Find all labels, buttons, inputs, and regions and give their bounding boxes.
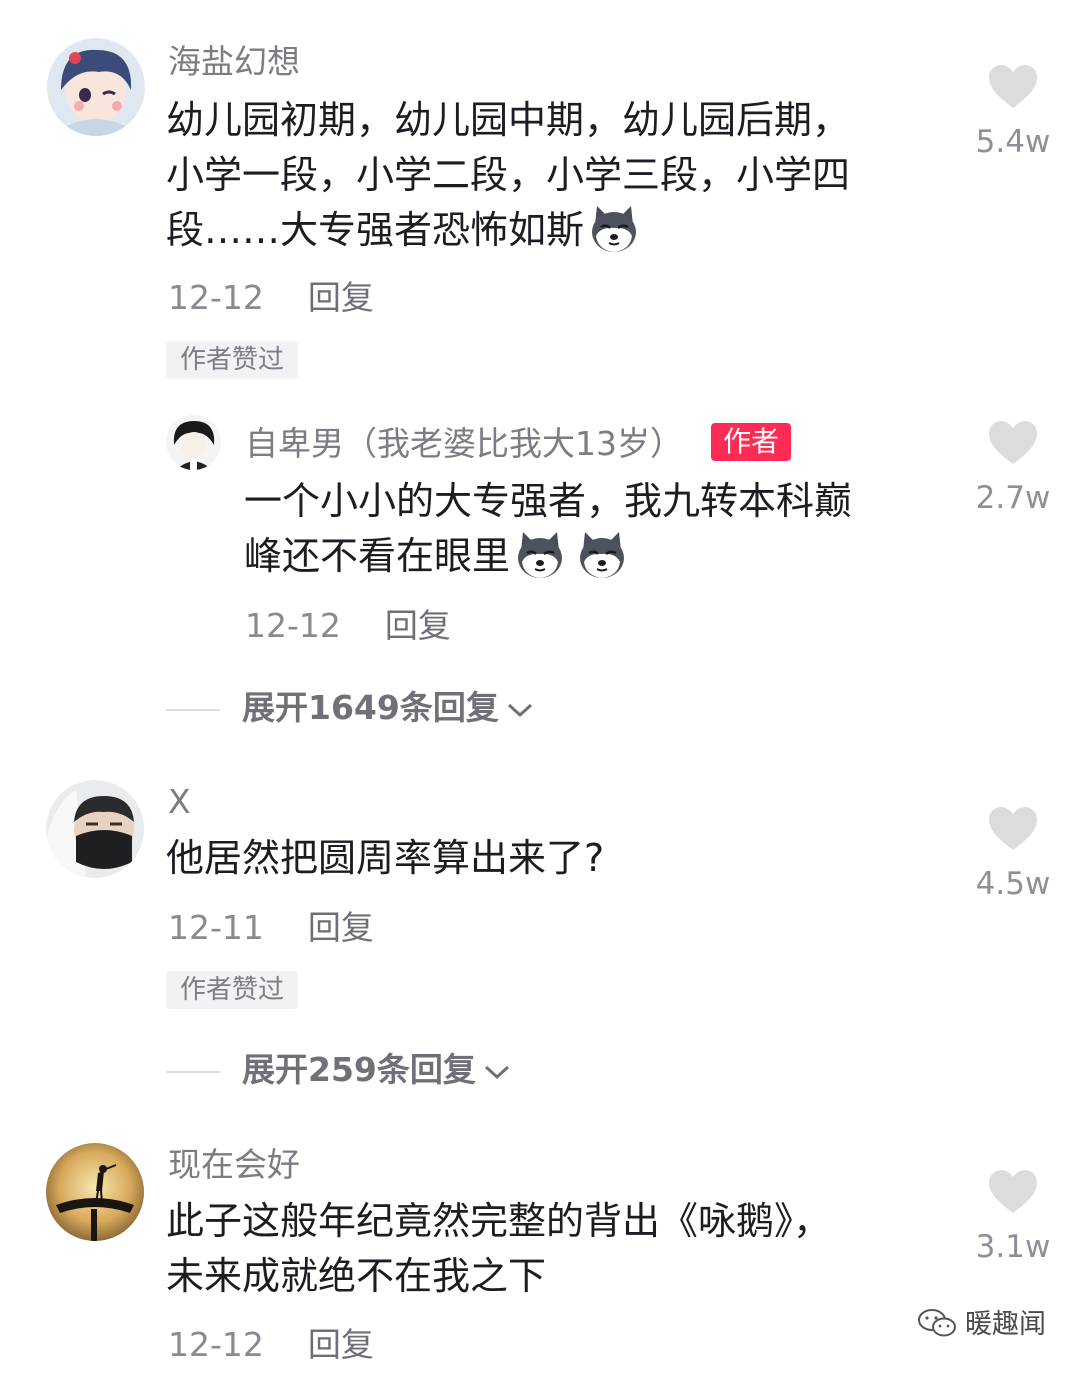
dog-emoji-icon [588, 203, 640, 255]
comment-line: 此子这般年纪竟然完整的背出《咏鹅》， [166, 1199, 832, 1243]
avatar[interactable] [46, 780, 144, 878]
heart-icon[interactable] [987, 64, 1039, 110]
avatar[interactable] [47, 38, 145, 136]
author-liked-badge: 作者赞过 [166, 971, 299, 1009]
username[interactable]: 现在会好 [168, 1145, 300, 1185]
comment-line: 小学一段，小学二段，小学三段，小学四 [166, 153, 851, 197]
comment-date: 12-12 [168, 1325, 264, 1364]
username[interactable]: 自卑男（我老婆比我大13岁） 作者 [245, 423, 792, 464]
expand-replies-button[interactable]: 展开1649条回复 [166, 688, 535, 728]
reply-button[interactable]: 回复 [308, 1325, 374, 1364]
comment-text: 一个小小的大专强者，我九转本科巅 峰还不看在眼里 [244, 474, 944, 584]
comment-meta: 12-12 回复 [245, 606, 451, 646]
comment-meta: 12-11 回复 [168, 908, 374, 948]
avatar[interactable] [166, 415, 221, 470]
comment-line: 一个小小的大专强者，我九转本科巅 [244, 479, 853, 523]
watermark: 暖趣闻 [917, 1302, 1046, 1341]
username[interactable]: 海盐幻想 [168, 42, 300, 82]
username[interactable]: X [168, 782, 191, 822]
chevron-down-icon [507, 703, 532, 717]
like-button[interactable]: 4.5w [953, 806, 1073, 902]
reply-button[interactable]: 回复 [308, 278, 374, 317]
comment-date: 12-11 [168, 908, 264, 947]
comment-meta: 12-12 回复 [168, 278, 374, 318]
author-liked-badge: 作者赞过 [166, 341, 299, 379]
comment-line: 幼儿园初期，幼儿园中期，幼儿园后期， [166, 98, 851, 142]
comment-text: 幼儿园初期，幼儿园中期，幼儿园后期， 小学一段，小学二段，小学三段，小学四 段…… [166, 93, 946, 258]
avatar[interactable] [46, 1143, 144, 1241]
like-button[interactable]: 5.4w [953, 64, 1073, 160]
like-count: 2.7w [975, 480, 1051, 516]
reply-button[interactable]: 回复 [385, 606, 451, 645]
comment-meta: 12-12 回复 [168, 1325, 374, 1365]
reply-button[interactable]: 回复 [308, 908, 374, 947]
like-count: 3.1w [975, 1229, 1051, 1265]
dog-emoji-icon [514, 529, 566, 581]
like-button[interactable]: 3.1w [953, 1169, 1073, 1265]
heart-icon[interactable] [987, 1169, 1039, 1215]
comment-date: 12-12 [245, 606, 341, 645]
author-tag: 作者 [711, 423, 792, 461]
comment-line: 未来成就绝不在我之下 [166, 1254, 547, 1298]
heart-icon[interactable] [987, 806, 1039, 852]
heart-icon[interactable] [987, 420, 1039, 466]
like-button[interactable]: 2.7w [953, 420, 1073, 516]
divider-line [166, 708, 220, 711]
expand-replies-button[interactable]: 展开259条回复 [166, 1050, 512, 1090]
wechat-icon [918, 1309, 956, 1337]
comment-line: 段……大专强者恐怖如斯 [166, 203, 946, 258]
comment-line: 峰还不看在眼里 [244, 529, 944, 584]
divider-line [166, 1070, 220, 1073]
comment-text: 他居然把圆周率算出来了? [166, 831, 946, 886]
like-count: 5.4w [975, 124, 1051, 160]
chevron-down-icon [484, 1065, 509, 1079]
comment-text: 此子这般年纪竟然完整的背出《咏鹅》， 未来成就绝不在我之下 [166, 1194, 946, 1304]
comment-date: 12-12 [168, 278, 264, 317]
dog-emoji-icon [576, 529, 628, 581]
like-count: 4.5w [975, 866, 1051, 902]
comment-line: 他居然把圆周率算出来了? [166, 836, 605, 880]
